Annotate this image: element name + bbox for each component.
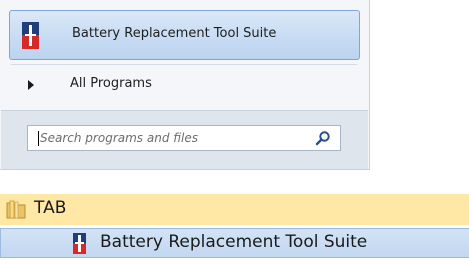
search-area [1,110,368,169]
search-box[interactable] [27,125,341,151]
battery-tool-icon [22,22,39,49]
menu-divider [11,64,357,65]
start-menu-panel: Battery Replacement Tool Suite All Progr… [0,0,370,170]
folder-icon [6,200,26,219]
folder-label: TAB [34,198,67,218]
all-programs-label: All Programs [70,76,152,91]
search-input[interactable] [40,127,300,149]
folder-row-tab[interactable]: TAB [0,194,469,225]
tree-item-label: Battery Replacement Tool Suite [100,232,368,252]
search-icon[interactable] [315,130,331,146]
battery-tool-icon [73,233,86,254]
arrow-right-icon [28,80,34,90]
text-caret [38,131,39,146]
all-programs-button[interactable]: All Programs [9,70,360,102]
pinned-program-label: Battery Replacement Tool Suite [72,26,277,41]
pinned-program-battery-replacement-tool-suite[interactable]: Battery Replacement Tool Suite [9,10,360,60]
tree-item-battery-replacement-tool-suite[interactable]: Battery Replacement Tool Suite [0,228,469,258]
